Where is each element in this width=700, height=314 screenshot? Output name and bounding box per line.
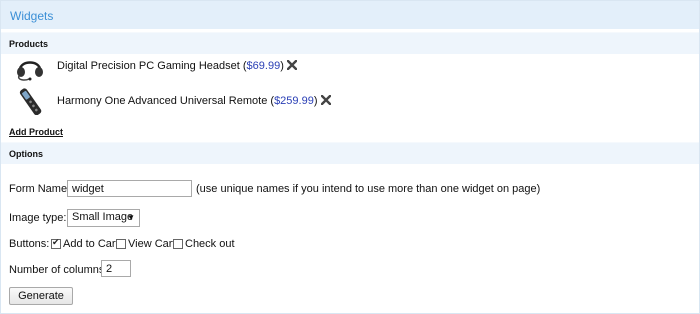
- product-price: $259.99: [274, 95, 314, 107]
- form-name-field[interactable]: [67, 180, 192, 197]
- buttons-label: Buttons:: [9, 238, 50, 250]
- panel-title: Widgets: [10, 9, 54, 23]
- products-section-header: Products: [1, 32, 699, 54]
- add-product-link[interactable]: Add Product: [9, 127, 63, 137]
- view-cart-checkbox[interactable]: [116, 239, 126, 249]
- product-row: Harmony One Advanced Universal Remote ($…: [1, 87, 699, 117]
- view-cart-label: View Cart: [128, 238, 176, 250]
- image-type-select[interactable]: Small Image ▼: [67, 209, 140, 227]
- products-section-label: Products: [9, 39, 49, 49]
- widgets-panel: Widgets Products Digital Precision PC Ga…: [0, 0, 700, 314]
- check-out-checkbox[interactable]: [173, 239, 183, 249]
- form-name-hint: (use unique names if you intend to use m…: [196, 183, 541, 195]
- headset-icon: [17, 61, 43, 81]
- close-icon[interactable]: [286, 60, 297, 70]
- add-to-cart-checkbox[interactable]: [51, 237, 61, 249]
- form-name-label: Form Name:: [9, 183, 71, 195]
- title-bar: Widgets: [1, 1, 699, 29]
- generate-button[interactable]: Generate: [9, 287, 73, 305]
- image-type-label: Image type:: [9, 212, 67, 224]
- options-section-header: Options: [1, 142, 699, 164]
- product-price: $69.99: [246, 60, 281, 72]
- dropdown-arrow-icon: ▼: [127, 213, 135, 222]
- columns-field[interactable]: [101, 260, 131, 277]
- check-out-label: Check out: [185, 238, 235, 250]
- columns-label: Number of columns:: [9, 264, 108, 276]
- product-name: Digital Precision PC Gaming Headset ($69…: [57, 60, 297, 72]
- remote-icon: [19, 88, 42, 115]
- product-row: Digital Precision PC Gaming Headset ($69…: [1, 53, 699, 83]
- add-to-cart-label: Add to Cart: [63, 238, 119, 250]
- close-icon[interactable]: [320, 95, 331, 105]
- options-section-label: Options: [9, 149, 43, 159]
- image-type-value: Small Image: [72, 211, 134, 223]
- product-name: Harmony One Advanced Universal Remote ($…: [57, 95, 331, 107]
